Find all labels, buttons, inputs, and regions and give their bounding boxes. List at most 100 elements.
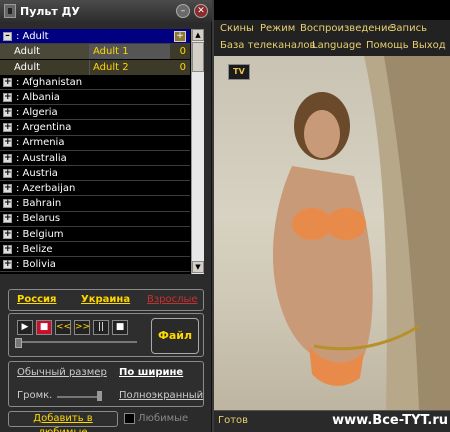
tree-group-row[interactable]: + : Belarus	[0, 212, 190, 227]
menu-playback[interactable]: Воспроизведение	[300, 23, 394, 34]
menu-help[interactable]: Помощь	[366, 40, 409, 51]
prev-channel-button[interactable]: <<	[55, 320, 71, 335]
tree-group-label: : Algeria	[16, 106, 58, 118]
controls-area: Россия Украина Взрослые ▶ ■ << >> || ■ Ф…	[4, 285, 208, 432]
favorites-checkbox[interactable]	[124, 413, 135, 424]
expand-icon[interactable]: +	[3, 138, 12, 148]
expand-icon[interactable]: +	[3, 214, 12, 224]
tree-group-row[interactable]: + : Bolivia	[0, 257, 190, 273]
tree-group-row[interactable]: + : Afghanistan	[0, 75, 190, 90]
file-button[interactable]: Файл	[151, 318, 199, 354]
playback-panel: ▶ ■ << >> || ■ Файл	[8, 313, 204, 357]
favorites-label: Любимые	[138, 413, 189, 424]
title-bar: Пульт ДУ – ✕	[0, 0, 212, 22]
category-adult-link[interactable]: Взрослые	[147, 294, 198, 305]
status-bar: Готов www.Bce-TYT.ru	[214, 410, 450, 432]
tree-group-row[interactable]: + : Belize	[0, 242, 190, 258]
tree-group-row[interactable]: + : Australia	[0, 151, 190, 166]
channel-row[interactable]: Adult Adult 2 0	[0, 60, 190, 75]
menu-skins[interactable]: Скины	[220, 23, 254, 34]
size-width-link[interactable]: По ширине	[119, 367, 183, 378]
channel-tree: – : Adult + Adult Adult 1 0 Adult Adult …	[0, 29, 204, 274]
size-normal-link[interactable]: Обычный размер	[17, 367, 107, 378]
volume-label: Громк.	[17, 390, 53, 401]
tree-group-label: : Albania	[16, 91, 60, 103]
tree-group-row[interactable]: +: Belgium	[0, 227, 190, 242]
tree-group-label: : Afghanistan	[16, 76, 83, 88]
window-title: Пульт ДУ	[20, 4, 80, 18]
tree-group-row[interactable]: + : Argentina	[0, 121, 190, 136]
category-ukraine-link[interactable]: Украина	[81, 294, 130, 305]
category-panel: Россия Украина Взрослые	[8, 289, 204, 311]
remote-control-panel: Пульт ДУ – ✕ – : Adult + Adult Adult 1 0…	[0, 0, 212, 432]
tree-group-adult[interactable]: – : Adult	[0, 29, 190, 44]
tree-group-row[interactable]: + : Albania	[0, 90, 190, 106]
tree-group-label: : Bolivia	[16, 258, 56, 270]
scroll-down-icon[interactable]: ▼	[192, 261, 204, 273]
video-image	[272, 56, 450, 410]
scroll-up-icon[interactable]: ▲	[192, 29, 204, 41]
tree-group-label: : Adult	[16, 30, 49, 42]
next-channel-button[interactable]: >>	[74, 320, 90, 335]
scroll-thumb[interactable]	[192, 42, 204, 72]
record-stop-button[interactable]: ■	[112, 320, 128, 335]
expand-icon[interactable]: +	[3, 123, 12, 133]
tree-group-row[interactable]: + : Bahrain	[0, 197, 190, 212]
tree-group-label: : Bahrain	[16, 198, 62, 210]
tv-player-window: Скины Режим Воспроизведение Запись База …	[214, 0, 450, 432]
play-button[interactable]: ▶	[17, 320, 33, 335]
expand-icon[interactable]: +	[3, 168, 12, 178]
tree-group-label: : Australia	[16, 152, 67, 164]
view-panel: Обычный размер По ширине Громк. Полноэкр…	[8, 361, 204, 407]
position-slider-handle[interactable]	[15, 338, 22, 348]
tree-group-row[interactable]: + : Austria	[0, 166, 190, 182]
tree-group-label: : Belize	[16, 243, 53, 255]
channel-name-cell: Adult 1	[90, 44, 170, 59]
remote-icon	[4, 4, 16, 18]
status-text: Готов	[218, 415, 249, 426]
channel-count-cell: 0	[170, 60, 190, 75]
expand-icon[interactable]: +	[3, 229, 12, 239]
expand-icon[interactable]: +	[3, 244, 12, 254]
channel-group-cell: Adult	[0, 44, 90, 59]
channel-name-cell: Adult 2	[90, 60, 170, 75]
channel-row[interactable]: Adult Adult 1 0	[0, 44, 190, 59]
minimize-button[interactable]: –	[176, 4, 190, 18]
tree-group-label: : Argentina	[16, 122, 72, 134]
tree-group-row[interactable]: + : Armenia	[0, 136, 190, 151]
pause-button[interactable]: ||	[93, 320, 109, 335]
category-russia-link[interactable]: Россия	[17, 294, 56, 305]
stop-button[interactable]: ■	[36, 320, 52, 335]
collapse-icon[interactable]: –	[3, 31, 12, 41]
menu-exit[interactable]: Выход	[412, 40, 446, 51]
menu-record[interactable]: Запись	[390, 23, 427, 34]
fullscreen-link[interactable]: Полноэкранный	[119, 390, 203, 401]
expand-icon[interactable]: +	[3, 199, 12, 209]
watermark-text: www.Bce-TYT.ru	[332, 413, 448, 428]
tree-scrollbar[interactable]: ▲ ▼	[191, 29, 204, 274]
position-track[interactable]	[17, 341, 137, 343]
tree-group-label: : Belarus	[16, 213, 61, 225]
expand-icon[interactable]: +	[3, 77, 12, 87]
video-frame[interactable]: TV	[214, 56, 450, 410]
volume-slider-handle[interactable]	[97, 391, 102, 401]
close-button[interactable]: ✕	[194, 4, 208, 18]
expand-icon[interactable]: +	[3, 259, 12, 269]
channel-logo: TV	[228, 64, 250, 80]
tree-group-row[interactable]: + : Algeria	[0, 105, 190, 121]
channel-count-cell: 0	[170, 44, 190, 59]
volume-track[interactable]	[57, 396, 99, 398]
menu-channel-db[interactable]: База телеканалов	[220, 40, 315, 51]
expand-icon[interactable]: +	[3, 183, 12, 193]
expand-icon[interactable]: +	[3, 153, 12, 163]
expand-icon[interactable]: +	[3, 107, 12, 117]
add-channel-button[interactable]: +	[174, 31, 186, 42]
expand-icon[interactable]: +	[3, 92, 12, 102]
menu-bar: Скины Режим Воспроизведение Запись База …	[214, 20, 450, 56]
tree-group-label: : Austria	[16, 167, 58, 179]
menu-mode[interactable]: Режим	[260, 23, 295, 34]
tree-group-row[interactable]: +: Azerbaijan	[0, 181, 190, 197]
add-favorite-button[interactable]: Добавить в любимые	[8, 411, 118, 432]
menu-language[interactable]: Language	[312, 40, 361, 51]
tree-group-label: : Armenia	[16, 137, 65, 149]
